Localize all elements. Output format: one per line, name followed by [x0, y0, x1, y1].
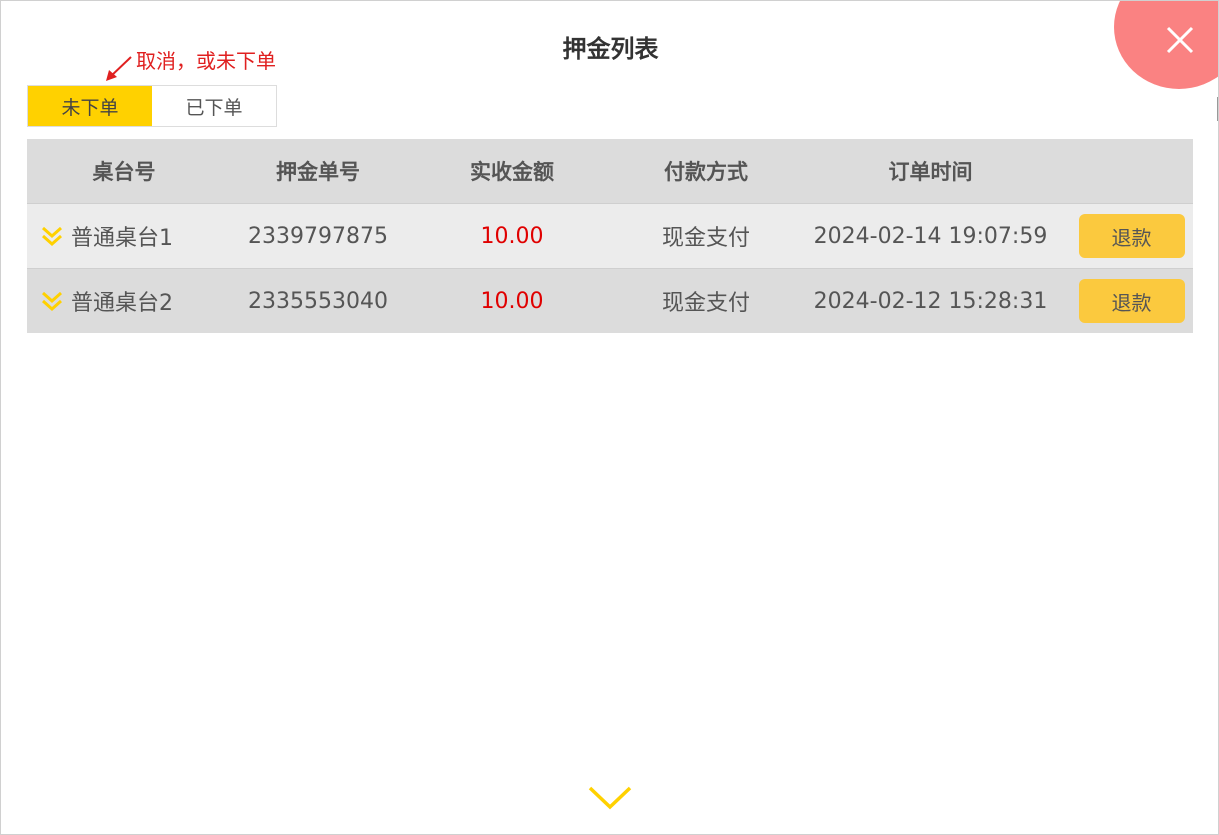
double-chevron-down-icon[interactable]	[41, 290, 63, 312]
cell-action: 退款	[1058, 214, 1193, 258]
chevron-down-icon[interactable]	[587, 785, 633, 811]
cell-time: 2024-02-14 19:07:59	[813, 223, 1048, 249]
table-row[interactable]: 普通桌台1 2339797875 10.00 现金支付 2024-02-14 1…	[27, 203, 1193, 268]
annotation-arrow-icon	[106, 56, 132, 81]
cell-order-no: 2335553040	[248, 288, 388, 314]
header-table-no: 桌台号	[92, 160, 156, 184]
table-no-text: 普通桌台2	[71, 291, 173, 316]
tab-ordered[interactable]: 已下单	[152, 86, 276, 126]
cell-action: 退款	[1058, 279, 1193, 323]
deposit-table: 桌台号 押金单号 实收金额 付款方式 订单时间 普通桌台1 2339797875…	[27, 139, 1193, 333]
cell-order-no: 2339797875	[248, 223, 388, 249]
annotation-note: 取消，或未下单	[136, 49, 276, 73]
table-no-text: 普通桌台1	[71, 226, 173, 251]
header-order-no: 押金单号	[276, 160, 360, 184]
deposit-list-dialog: 押金列表 取消，或未下单 未下单 已下单 桌台号 押金单号 实收金额 付款方式 …	[0, 0, 1219, 835]
cell-amount: 10.00	[480, 288, 544, 314]
refund-button[interactable]: 退款	[1078, 214, 1185, 258]
cell-time: 2024-02-12 15:28:31	[813, 288, 1048, 314]
cell-amount: 10.00	[480, 223, 544, 249]
cell-table-no: 普通桌台1	[27, 220, 221, 252]
header-time: 订单时间	[888, 160, 973, 184]
cell-payment: 现金支付	[661, 291, 750, 316]
refund-button[interactable]: 退款	[1078, 279, 1185, 323]
cell-table-no: 普通桌台2	[27, 285, 221, 317]
header-amount: 实收金额	[470, 160, 554, 184]
tab-not-ordered[interactable]: 未下单	[28, 86, 152, 126]
table-row[interactable]: 普通桌台2 2335553040 10.00 现金支付 2024-02-12 1…	[27, 268, 1193, 333]
cell-payment: 现金支付	[661, 226, 750, 251]
header-payment: 付款方式	[664, 160, 748, 184]
table-header: 桌台号 押金单号 实收金额 付款方式 订单时间	[27, 139, 1193, 203]
double-chevron-down-icon[interactable]	[41, 225, 63, 247]
order-status-tabs: 未下单 已下单	[27, 85, 277, 127]
